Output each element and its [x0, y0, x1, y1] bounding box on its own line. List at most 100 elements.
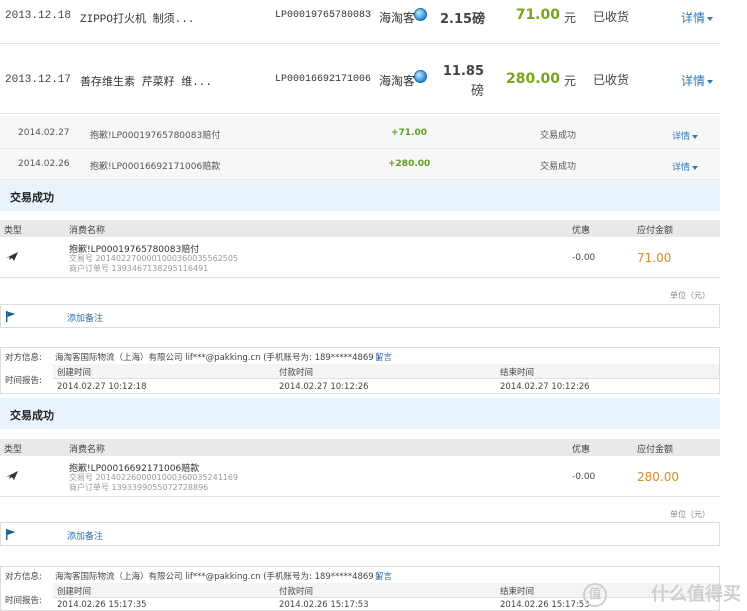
message-link[interactable]: 留言 [375, 351, 392, 363]
caret-down-icon [707, 79, 714, 84]
discount-value: -0.00 [572, 253, 596, 263]
refund-amount: +71.00 [391, 128, 428, 138]
col-discount: 优惠 [572, 226, 591, 236]
order-name: ZIPPO打火机 制须... [80, 14, 195, 26]
caret-down-icon [692, 165, 699, 170]
order-weight: 11.85 [442, 64, 484, 79]
transaction-info: 对方信息: 海淘客国际物流（上海）有限公司 lif***@pakking.cn … [0, 566, 720, 611]
order-number: LP00019765780083 [275, 10, 372, 21]
detail-label[interactable]: 详情 [672, 132, 690, 142]
shop-name: 海淘客 [379, 11, 416, 25]
refund-amount: +280.00 [388, 159, 431, 169]
order-date: 2013.12.17 [5, 74, 72, 86]
table-header: 类型 消费名称 优惠 应付金额 [0, 439, 720, 456]
unit-note: 单位（元） [670, 510, 710, 519]
transaction-status: 交易成功 [10, 409, 54, 422]
detail-label[interactable]: 详情 [672, 163, 690, 173]
paid-time: 2014.02.27 10:12:26 [279, 382, 369, 392]
table-row: 抱歉!LP00016692171006赔款 交易号 20140226000010… [0, 456, 720, 497]
payable-value: 71.00 [637, 251, 672, 265]
refund-desc: 抱歉!LP00016692171006赔款 [90, 162, 221, 172]
order-name: 善存维生素 芹菜籽 维... [80, 77, 213, 89]
flag-icon [6, 311, 16, 322]
created-time: 2014.02.27 10:12:18 [57, 382, 147, 392]
end-time-header: 结束时间 [500, 587, 535, 597]
order-row: 2013.12.17 善存维生素 芹菜籽 维... LP000166921710… [0, 44, 720, 114]
caret-down-icon [692, 134, 699, 139]
time-report-label: 时间报告: [5, 376, 42, 386]
add-remark-bar[interactable]: 添加备注 [0, 522, 720, 546]
order-status: 已收货 [593, 10, 630, 24]
order-status: 已收货 [593, 73, 630, 87]
col-payable: 应付金额 [637, 226, 674, 236]
counterparty-info: 海淘客国际物流（上海）有限公司 lif***@pakking.cn (手机账号为… [55, 572, 380, 582]
order-price: 280.00 [505, 71, 560, 87]
created-time: 2014.02.26 15:17:35 [57, 600, 147, 610]
price-unit: 元 [564, 74, 577, 88]
order-weight-unit: 磅 [470, 84, 484, 99]
globe-icon [414, 8, 427, 21]
refund-date: 2014.02.27 [18, 128, 70, 138]
transaction-info: 对方信息: 海淘客国际物流（上海）有限公司 lif***@pakking.cn … [0, 347, 720, 394]
watermark-text: 什么值得买 [651, 584, 741, 605]
flag-icon [6, 529, 16, 540]
transaction-status-header: 交易成功 [0, 398, 720, 429]
refund-row: 2014.02.26 抱歉!LP00016692171006赔款 +280.00… [0, 149, 720, 180]
end-time-header: 结束时间 [500, 368, 535, 378]
detail-button[interactable]: 详情 [672, 160, 699, 173]
message-link[interactable]: 留言 [375, 570, 392, 582]
time-header-row [53, 364, 719, 379]
counterparty-label: 对方信息: [5, 353, 42, 363]
shop-name: 海淘客 [379, 74, 416, 88]
order-weight: 2.15磅 [440, 12, 486, 27]
caret-down-icon [707, 16, 714, 21]
transaction-status: 交易成功 [10, 191, 54, 204]
detail-button[interactable]: 详情 [681, 72, 714, 89]
col-payable: 应付金额 [637, 445, 674, 455]
order-number: LP00016692171006 [275, 74, 372, 85]
globe-icon [414, 70, 427, 83]
table-header: 类型 消费名称 优惠 应付金额 [0, 220, 720, 237]
paid-time-header: 付款时间 [279, 587, 314, 597]
detail-button[interactable]: 详情 [672, 129, 699, 142]
created-time-header: 创建时间 [57, 368, 92, 378]
detail-button[interactable]: 详情 [681, 9, 714, 26]
plane-icon [6, 252, 18, 261]
paid-time-header: 付款时间 [279, 368, 314, 378]
end-time: 2014.02.27 10:12:26 [500, 382, 590, 392]
paid-time: 2014.02.26 15:17:53 [279, 600, 369, 610]
order-price: 71.00 [515, 7, 560, 23]
refund-date: 2014.02.26 [18, 159, 70, 169]
plane-icon [6, 471, 18, 480]
price-unit: 元 [564, 11, 577, 25]
unit-note: 单位（元） [670, 291, 710, 300]
detail-label[interactable]: 详情 [681, 11, 705, 25]
refund-desc: 抱歉!LP00019765780083赔付 [90, 131, 221, 141]
table-row: 抱歉!LP00019765780083赔付 交易号 20140227000010… [0, 237, 720, 278]
col-name: 消费名称 [69, 445, 106, 455]
watermark-logo-icon: 值 [583, 583, 607, 607]
time-report-label: 时间报告: [5, 596, 42, 606]
refund-row: 2014.02.27 抱歉!LP00019765780083赔付 +71.00 … [0, 116, 720, 149]
col-discount: 优惠 [572, 445, 591, 455]
add-remark-bar[interactable]: 添加备注 [0, 304, 720, 328]
merchant-order-number: 商户订单号 1393467138295116491 [69, 264, 209, 273]
merchant-order-number: 商户订单号 1393399055072728896 [69, 483, 209, 492]
time-header-row [53, 583, 719, 598]
counterparty-label: 对方信息: [5, 572, 42, 582]
refund-status: 交易成功 [540, 162, 577, 172]
end-time: 2014.02.26 15:17:53 [500, 600, 590, 610]
discount-value: -0.00 [572, 472, 596, 482]
add-remark-link[interactable]: 添加备注 [67, 529, 103, 542]
order-date: 2013.12.18 [5, 10, 72, 22]
transaction-status-header: 交易成功 [0, 180, 720, 211]
detail-label[interactable]: 详情 [681, 74, 705, 88]
col-name: 消费名称 [69, 226, 106, 236]
refund-status: 交易成功 [540, 131, 577, 141]
col-type: 类型 [4, 445, 23, 455]
order-row: 2013.12.18 ZIPPO打火机 制须... LP000197657800… [0, 0, 720, 44]
col-type: 类型 [4, 226, 23, 236]
add-remark-link[interactable]: 添加备注 [67, 311, 103, 324]
created-time-header: 创建时间 [57, 587, 92, 597]
payable-value: 280.00 [637, 470, 679, 484]
